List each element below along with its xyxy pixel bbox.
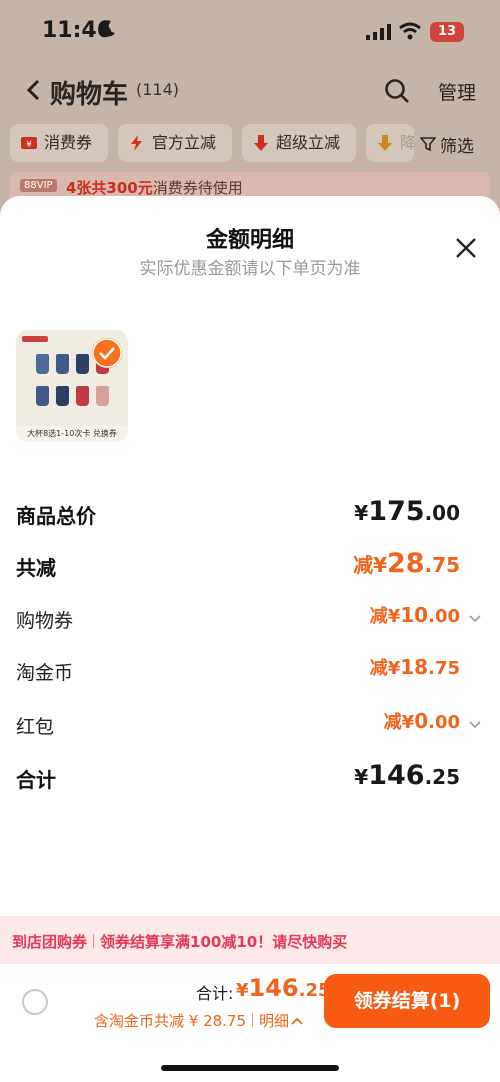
cup-image	[96, 386, 109, 406]
chevron-down-icon[interactable]	[468, 720, 482, 730]
cup-image	[36, 386, 49, 406]
home-indicator	[161, 1065, 339, 1071]
discount-label: 共减	[16, 556, 56, 580]
battery-icon: 13	[430, 22, 464, 42]
vip-badge: 88VIP	[20, 179, 57, 192]
coins-value: 减¥18.75	[369, 655, 460, 679]
promo-divider	[93, 934, 95, 948]
filter-button[interactable]: 筛选	[440, 132, 474, 157]
promo-right: 领券结算享满100减10！请尽快购买	[100, 933, 348, 951]
redpacket-value: 减¥0.00	[383, 709, 460, 733]
checkout-bar: 合计: ¥146.25 含淘金币共减 ¥ 28.75 明细 领券结算(1)	[0, 964, 500, 1082]
promo-bar[interactable]: 到店团购券 领券结算享满100减10！请尽快购买	[0, 916, 500, 964]
coins-label: 淘金币	[16, 662, 74, 684]
cart-count: (114)	[136, 80, 180, 99]
select-all-radio[interactable]	[22, 989, 48, 1015]
chevron-up-icon[interactable]	[291, 1017, 303, 1026]
back-icon[interactable]	[24, 78, 44, 102]
brand-logo	[22, 336, 48, 342]
subtotal-value: ¥175.00	[354, 496, 460, 527]
cup-image	[76, 354, 89, 374]
product-caption: 大杯8选1-10次卡 兑换券	[16, 426, 128, 442]
total-value: ¥146.25	[354, 760, 460, 791]
deduction-summary[interactable]: 含淘金币共减 ¥ 28.75 明细	[94, 1010, 303, 1031]
filter-chip-price-drop[interactable]: 降	[366, 124, 414, 162]
search-icon[interactable]	[384, 78, 410, 104]
checkout-button[interactable]: 领券结算(1)	[324, 974, 490, 1028]
moon-icon	[100, 20, 115, 37]
subtotal-label: 商品总价	[16, 504, 96, 528]
coupon-label: 购物券	[16, 610, 74, 632]
redpacket-label: 红包	[16, 716, 55, 738]
coins-row: 淘金币 减¥18.75	[16, 654, 484, 690]
sheet-title: 金额明细	[205, 228, 294, 253]
svg-text:¥: ¥	[26, 140, 32, 150]
coupon-row[interactable]: 购物券 减¥10.00	[16, 602, 484, 638]
cup-image	[36, 354, 49, 374]
detail-link[interactable]: 明细	[259, 1012, 289, 1030]
checkout-total-value: ¥146.25	[236, 974, 331, 1002]
redpacket-row[interactable]: 红包 减¥0.00	[16, 708, 484, 744]
down-arrow-icon	[254, 135, 268, 151]
total-label: 合计	[16, 768, 56, 792]
cup-image	[56, 354, 69, 374]
down-arrow-icon	[378, 135, 392, 151]
subtotal-row: 商品总价 ¥175.00	[16, 496, 484, 532]
deduction-text: 含淘金币共减 ¥ 28.75	[94, 1012, 247, 1030]
coupon-icon: ¥	[21, 137, 37, 150]
cup-image	[76, 386, 89, 406]
filter-chip-coupon[interactable]: ¥ 消费券	[10, 124, 108, 162]
funnel-icon[interactable]	[420, 136, 436, 152]
discount-value: 减¥28.75	[353, 548, 460, 579]
deduction-divider	[252, 1013, 254, 1027]
promo-left: 到店团购券	[12, 933, 88, 951]
coupon-value: 减¥10.00	[369, 603, 460, 627]
wifi-icon	[399, 22, 421, 40]
nav-bar: 购物车 (114) 管理	[0, 66, 500, 114]
close-icon[interactable]	[454, 236, 478, 260]
sheet-subtitle: 实际优惠金额请以下单页为准	[139, 259, 361, 279]
cup-image	[56, 386, 69, 406]
promo-text: 到店团购券 领券结算享满100减10！请尽快购买	[12, 931, 347, 952]
manage-button[interactable]: 管理	[438, 78, 476, 105]
filter-chip-official-discount[interactable]: 官方立减	[118, 124, 232, 162]
checkout-total-label: 合计:	[196, 984, 234, 1003]
status-bar: 11:46 13	[0, 0, 500, 64]
filter-chip-super-discount[interactable]: 超级立减	[242, 124, 356, 162]
filter-row: ¥ 消费券 官方立减 超级立减 降 筛选	[0, 124, 500, 166]
total-row: 合计 ¥146.25	[16, 760, 484, 796]
vip-text: 4张共300元消费券待使用	[66, 179, 243, 197]
lightning-icon	[131, 135, 142, 151]
discount-row: 共减 减¥28.75	[16, 548, 484, 584]
page-title: 购物车	[50, 80, 129, 110]
selected-check-icon[interactable]	[92, 338, 122, 368]
signal-icon	[366, 24, 391, 40]
chevron-down-icon[interactable]	[468, 614, 482, 624]
